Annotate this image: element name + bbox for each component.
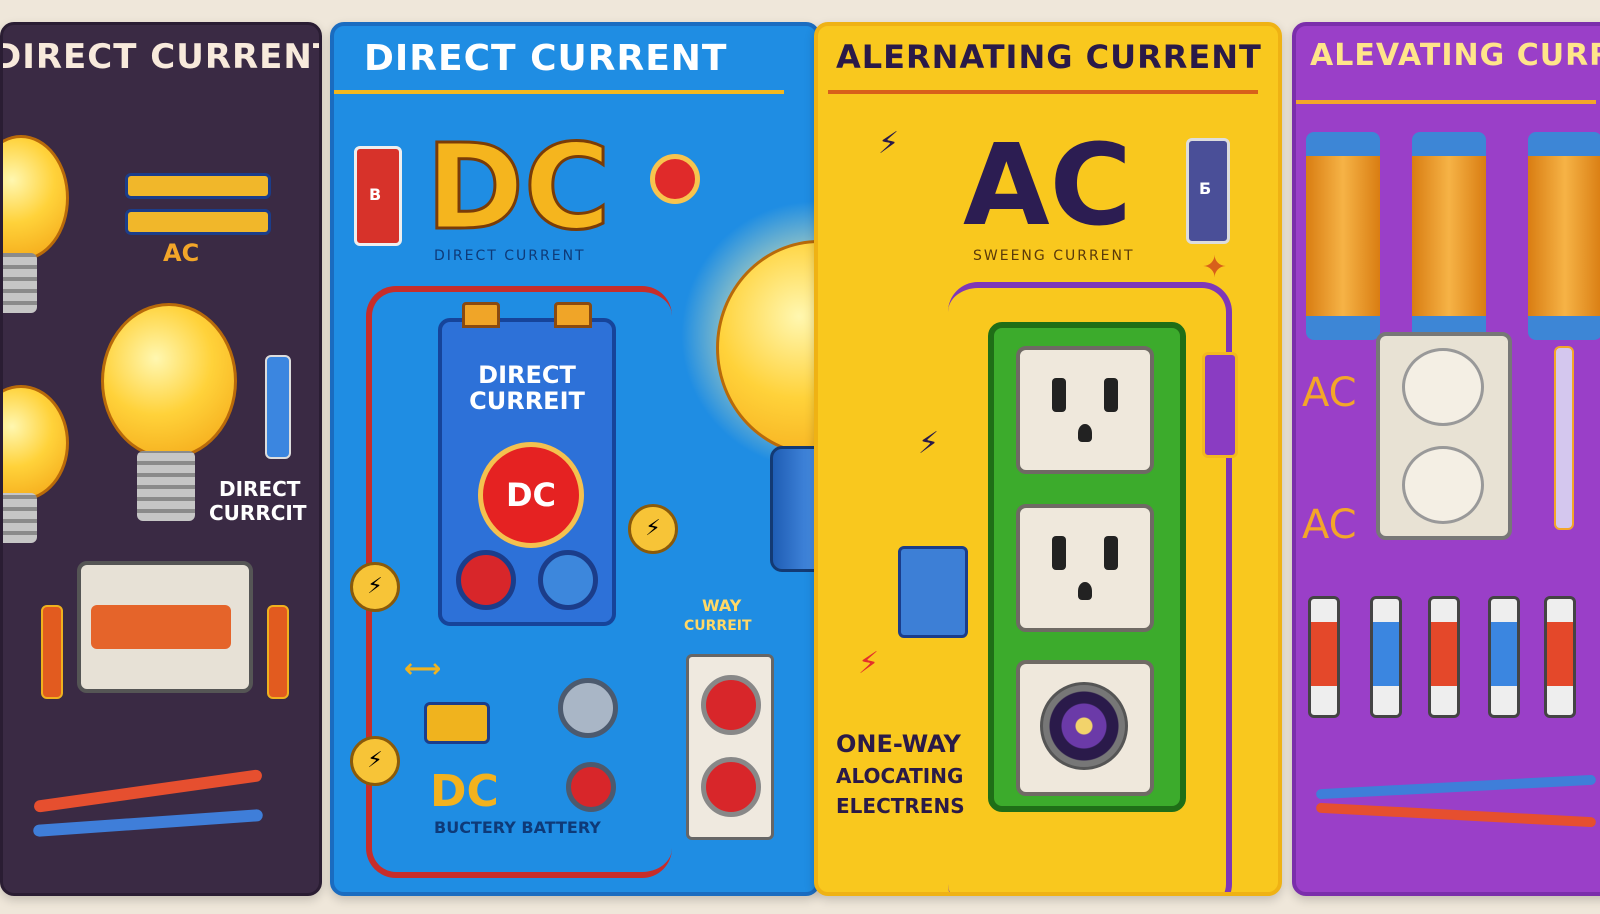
- label-ac: AC: [163, 239, 200, 267]
- lightning-bolt-icon: ⚡: [350, 736, 400, 786]
- panel-direct-current-dark: DIRECT CURRENT AC DIRECT CURRCIT: [0, 22, 322, 896]
- bulb-base: [3, 253, 37, 313]
- power-outlet-icon[interactable]: [1016, 504, 1154, 632]
- label-alocating: ALOCATING: [836, 764, 964, 788]
- outlet-ground: [1078, 424, 1092, 442]
- ac-caption: SWEENG CURRENT: [973, 248, 1135, 264]
- lightning-bolt-icon: ⚡: [858, 646, 880, 681]
- outlet-face: [1402, 446, 1484, 524]
- lightbulb-icon: [3, 385, 69, 501]
- cable-component: [33, 769, 263, 813]
- red-knob-icon: [456, 550, 516, 610]
- outlet-slot: [1104, 378, 1118, 412]
- cylinder-component: [125, 173, 271, 199]
- blue-knob-icon: [538, 550, 598, 610]
- outlet-face: [1402, 348, 1484, 426]
- lightning-bolt-icon: ⚡: [350, 562, 400, 612]
- red-button-icon[interactable]: [701, 675, 761, 735]
- red-button-icon[interactable]: [701, 757, 761, 817]
- bottom-battery-label: BUCTERY BATTERY: [434, 818, 601, 837]
- resistor-component: [267, 605, 289, 699]
- lightbulb-icon: [101, 303, 237, 459]
- label-direct: DIRECT: [219, 477, 301, 501]
- small-battery-label: B: [369, 185, 382, 204]
- fuse-icon: [1428, 596, 1460, 718]
- label-currcit: CURRCIT: [209, 501, 307, 525]
- title-underline: [334, 90, 784, 94]
- cable-component: [32, 808, 264, 838]
- arrow-icon: ⟷: [404, 654, 442, 684]
- plug-connector-icon: [424, 702, 490, 744]
- bulb-base: [3, 493, 37, 543]
- panel-alternating-current-purple: ALEVATING CURRE AC AC: [1292, 22, 1600, 896]
- lightbulb-icon: [3, 135, 69, 261]
- label-one-way: ONE-WAY: [836, 730, 961, 758]
- red-knob-icon: [566, 762, 616, 812]
- battery-label: DIRECT CURREIT: [469, 361, 585, 415]
- connector-component: [1202, 352, 1238, 458]
- bulb-base: [137, 451, 195, 521]
- panel-title: DIRECT CURRENT: [364, 38, 728, 79]
- cassette-band: [91, 605, 231, 649]
- coil-icon: [1306, 132, 1380, 340]
- lightning-bolt-icon: ⚡: [918, 426, 940, 461]
- speaker-icon: [1016, 660, 1154, 796]
- fuse-icon: [1544, 596, 1576, 718]
- lightning-bolt-icon: ⚡: [628, 504, 678, 554]
- title-underline: [1296, 100, 1596, 104]
- panel-alternating-current-yellow: ALERNATING CURRENT ⚡ AC SWEENG CURRENT Б…: [814, 22, 1282, 896]
- big-ac-heading: AC: [963, 121, 1132, 251]
- cylinder-component: [125, 209, 271, 235]
- coil-icon: [1412, 132, 1486, 340]
- coil-icon: [1528, 132, 1600, 340]
- title-underline: [828, 90, 1258, 94]
- cable-component: [1315, 802, 1597, 828]
- panel-title: ALEVATING CURRE: [1310, 38, 1600, 73]
- dc-button[interactable]: DC: [478, 442, 584, 548]
- label-way: WAY: [702, 596, 742, 615]
- red-terminal-icon: [650, 154, 700, 204]
- panel-title: ALERNATING CURRENT: [836, 38, 1262, 76]
- resistor-component: [1554, 346, 1574, 530]
- cassette-icon: [77, 561, 253, 693]
- fuse-icon: [1308, 596, 1340, 718]
- sparkle-icon: ✦: [1202, 250, 1228, 285]
- resistor-component: [41, 605, 63, 699]
- power-outlet-icon[interactable]: [1016, 346, 1154, 474]
- cable-component: [1315, 774, 1597, 800]
- label-curreit: CURREIT: [684, 618, 752, 634]
- panel-title: DIRECT CURRENT: [0, 37, 322, 77]
- outlet-slot: [1104, 536, 1118, 570]
- outlet-board: [988, 322, 1186, 812]
- battery-terminal: [462, 302, 500, 328]
- dc-button-label: DC: [505, 476, 557, 514]
- outlet-slot: [1052, 378, 1066, 412]
- battery-terminal: [554, 302, 592, 328]
- lightning-bolt-icon: ⚡: [878, 126, 900, 161]
- gray-knob-icon: [558, 678, 618, 738]
- capacitor-component: [265, 355, 291, 459]
- power-outlet-icon[interactable]: [1376, 332, 1512, 540]
- bottom-dc-label: DC: [430, 766, 499, 817]
- switch-panel-icon: [686, 654, 774, 840]
- outlet-ground: [1078, 582, 1092, 600]
- plug-icon: [898, 546, 968, 638]
- label-ac-bottom: AC: [1302, 502, 1357, 548]
- outlet-slot: [1052, 536, 1066, 570]
- label-electrens: ELECTRENS: [836, 794, 965, 818]
- small-battery-label: Б: [1199, 179, 1212, 198]
- fuse-icon: [1488, 596, 1520, 718]
- panel-direct-current-blue: DIRECT CURRENT DC DIRECT CURRENT B DIREC…: [330, 22, 820, 896]
- battery-icon: B: [354, 146, 402, 246]
- big-dc-heading: DC: [425, 117, 613, 258]
- battery-icon: DIRECT CURREIT DC: [438, 302, 616, 626]
- dc-caption: DIRECT CURRENT: [434, 248, 586, 264]
- battery-icon: Б: [1186, 138, 1230, 244]
- speaker-cone: [1040, 682, 1128, 770]
- label-ac-top: AC: [1302, 370, 1357, 416]
- fuse-icon: [1370, 596, 1402, 718]
